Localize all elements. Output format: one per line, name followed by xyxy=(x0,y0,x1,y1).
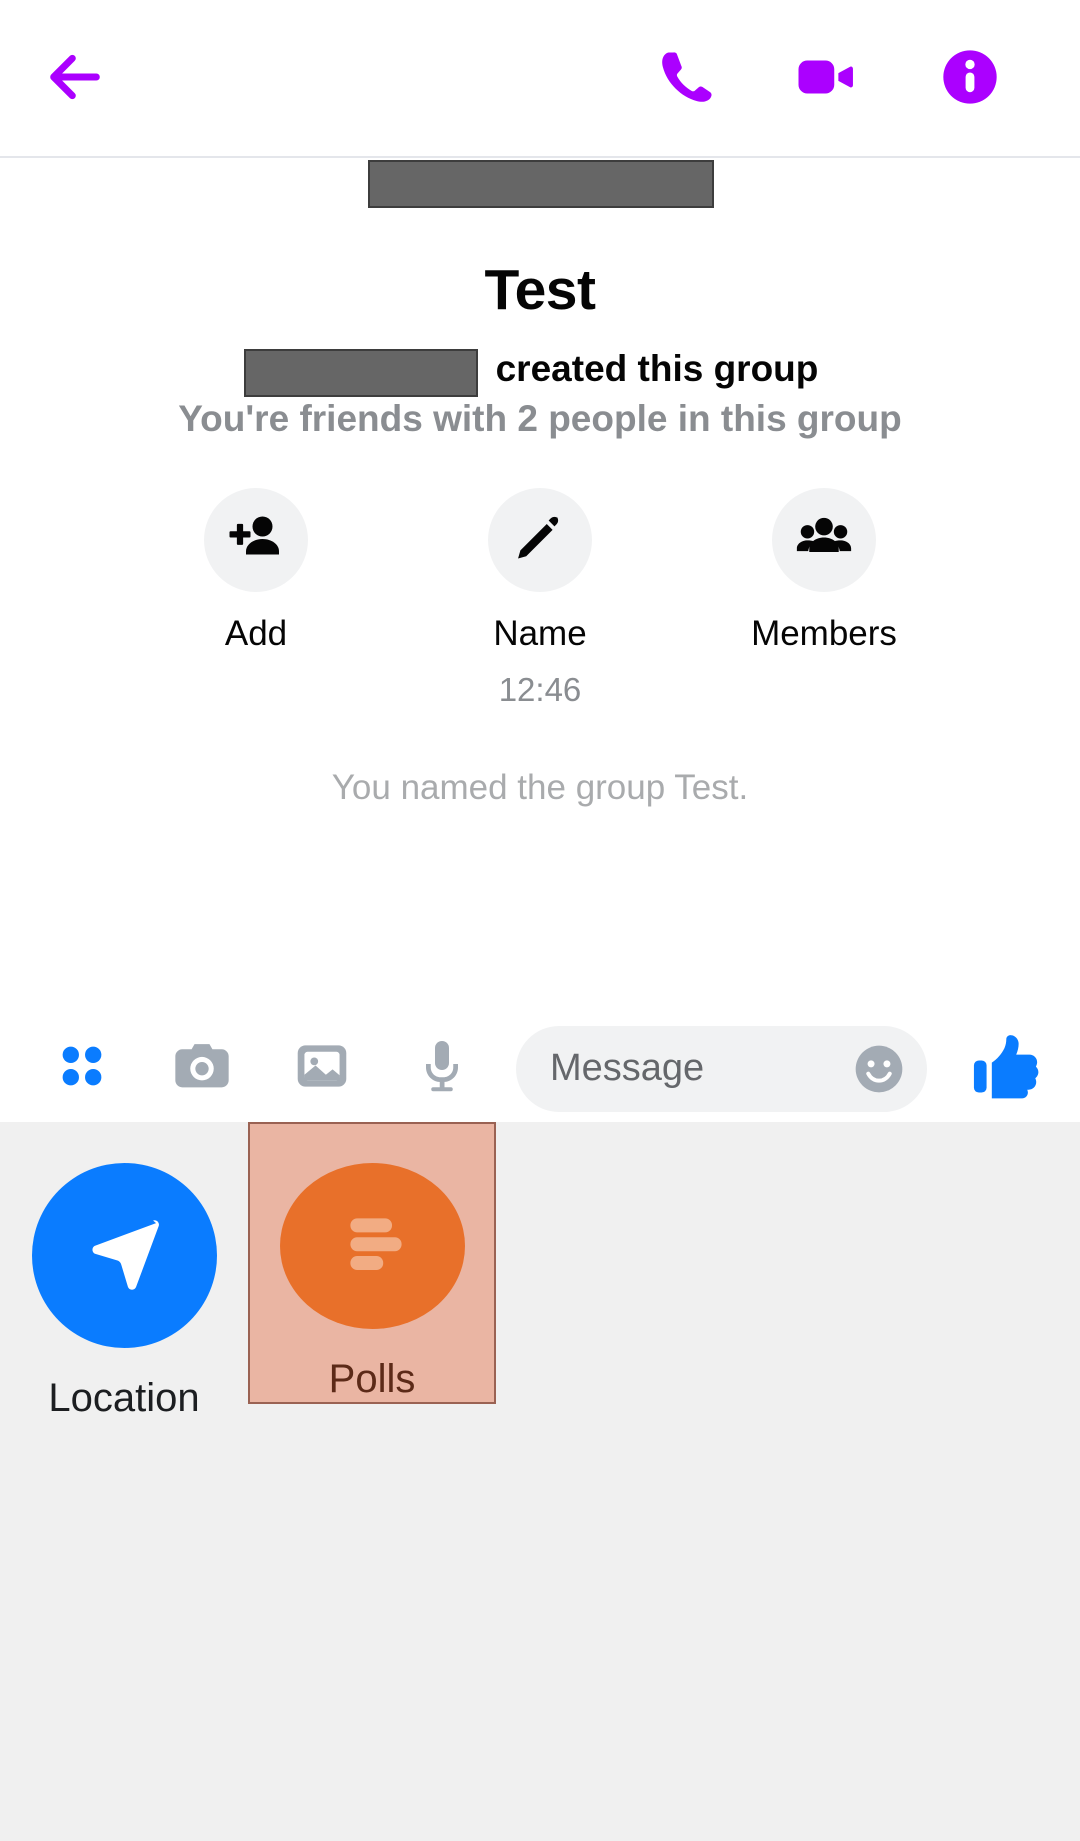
voice-call-button[interactable] xyxy=(643,40,721,118)
quick-action-name-label: Name xyxy=(493,614,586,654)
quick-actions-row: Add Name xyxy=(0,488,1080,654)
group-created-by-line: created this group xyxy=(0,348,1080,390)
person-add-icon xyxy=(226,508,286,573)
phone-icon xyxy=(652,47,712,112)
apps-grid-icon xyxy=(54,1038,110,1099)
voice-record-button[interactable] xyxy=(390,1015,494,1122)
info-circle-icon xyxy=(938,45,1002,114)
quick-action-members[interactable]: Members xyxy=(736,488,912,654)
back-button[interactable] xyxy=(36,40,114,118)
quick-action-add[interactable]: Add xyxy=(168,488,344,654)
send-like-button[interactable] xyxy=(963,1026,1049,1112)
tray-item-polls[interactable]: Polls xyxy=(248,1122,496,1404)
group-title: Test xyxy=(0,257,1080,323)
thumbs-up-icon xyxy=(969,1029,1043,1108)
microphone-icon xyxy=(412,1036,472,1101)
apps-button[interactable] xyxy=(30,1015,134,1122)
mutual-friends-line: You're friends with 2 people in this gro… xyxy=(0,398,1080,440)
tray-item-polls-label: Polls xyxy=(329,1357,416,1402)
conversation-info-button[interactable] xyxy=(931,40,1009,118)
video-camera-icon xyxy=(793,44,859,115)
quick-action-members-label: Members xyxy=(751,614,897,654)
tray-item-location-circle xyxy=(32,1163,217,1348)
system-event-message: You named the group Test. xyxy=(0,768,1080,808)
camera-button[interactable] xyxy=(150,1015,254,1122)
gallery-button[interactable] xyxy=(270,1015,374,1122)
pencil-icon xyxy=(512,510,568,571)
quick-action-members-circle xyxy=(772,488,876,592)
video-call-button[interactable] xyxy=(787,40,865,118)
attachment-tray-panel: Location Polls xyxy=(0,1122,1080,1841)
poll-bars-icon xyxy=(324,1196,420,1297)
top-navigation-bar xyxy=(0,0,1080,158)
people-group-icon xyxy=(793,507,855,574)
redacted-avatar-block xyxy=(368,160,714,208)
send-arrow-icon xyxy=(72,1201,176,1310)
emoji-picker-button[interactable] xyxy=(851,1041,907,1097)
quick-action-add-circle xyxy=(204,488,308,592)
message-input-field[interactable]: Message xyxy=(516,1026,927,1112)
tray-item-location[interactable]: Location xyxy=(0,1122,248,1421)
camera-icon xyxy=(170,1034,234,1103)
gallery-image-icon xyxy=(291,1035,353,1102)
tray-item-polls-circle xyxy=(280,1163,465,1329)
quick-action-name-circle xyxy=(488,488,592,592)
arrow-left-icon xyxy=(43,45,107,114)
message-input-placeholder: Message xyxy=(550,1047,704,1090)
tray-item-location-label: Location xyxy=(48,1376,199,1421)
attachment-tray-grid: Location Polls xyxy=(0,1122,1080,1421)
quick-action-name[interactable]: Name xyxy=(452,488,628,654)
quick-action-add-label: Add xyxy=(225,614,287,654)
message-composer-bar: Message xyxy=(0,1015,1080,1122)
conversation-thread: Test created this group You're friends w… xyxy=(0,158,1080,1122)
smiley-face-icon xyxy=(851,1084,907,1101)
message-timestamp: 12:46 xyxy=(0,671,1080,709)
